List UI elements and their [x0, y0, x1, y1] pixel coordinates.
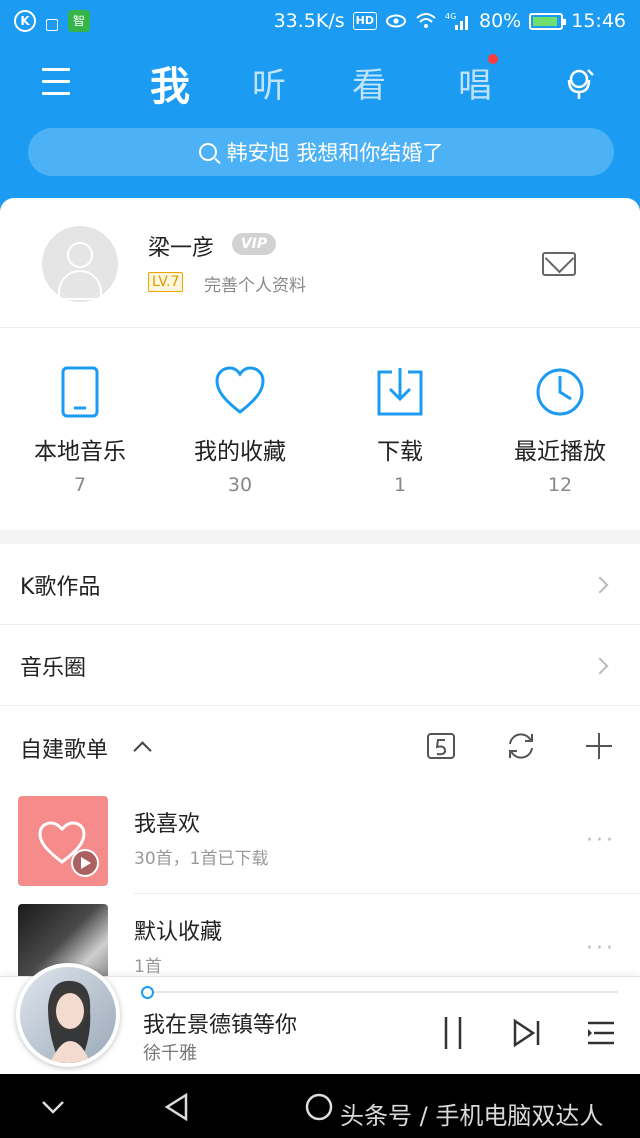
back-icon[interactable]: [162, 1092, 192, 1122]
complete-profile-link[interactable]: 完善个人资料: [204, 271, 306, 296]
playlist-queue-icon[interactable]: [586, 1015, 616, 1051]
playlist-cover: [18, 796, 108, 886]
battery-percent: 80%: [479, 10, 522, 32]
quick-actions: 本地音乐 7 我的收藏 30 下载 1 最近播放 12: [0, 328, 640, 530]
playlist-subtitle: 1首: [134, 957, 162, 977]
quick-count: 7: [73, 474, 87, 496]
clock-icon: [536, 368, 584, 416]
profile-section[interactable]: 梁一彦 VIP LV.7 完善个人资料: [0, 200, 640, 328]
clock: 15:46: [571, 10, 626, 32]
quick-download[interactable]: 下载 1: [320, 328, 480, 530]
import-playlist-icon[interactable]: [425, 730, 457, 762]
sync-icon[interactable]: [505, 730, 537, 762]
row-music-circle[interactable]: 音乐圈: [0, 626, 640, 706]
tab-sing[interactable]: 唱: [458, 58, 492, 107]
mail-icon[interactable]: [542, 252, 576, 276]
status-right: 33.5K/s HD 4G 80% 15:46: [274, 10, 626, 32]
svg-text:4G: 4G: [445, 12, 456, 21]
tab-listen[interactable]: 听: [252, 58, 286, 107]
quick-count: 1: [393, 474, 407, 496]
playlists-header: 自建歌单: [0, 706, 640, 786]
search-placeholder: 韩安旭 我想和你结婚了: [226, 141, 444, 165]
row-karaoke-works[interactable]: K歌作品: [0, 545, 640, 625]
quick-count: 12: [547, 474, 573, 496]
row-label: K歌作品: [20, 575, 101, 600]
album-art-image: [20, 967, 116, 1063]
download-icon: [377, 368, 423, 416]
chevron-right-icon: [591, 576, 609, 594]
sing-notification-dot: [488, 54, 498, 64]
chevron-up-icon[interactable]: [133, 741, 152, 760]
progress-knob[interactable]: [141, 986, 154, 999]
wifi-icon: [416, 13, 436, 28]
mini-player[interactable]: 我在景德镇等你 徐千雅: [0, 963, 640, 1074]
playlist-title: 我喜欢: [134, 812, 201, 837]
signal-icon: 4G: [445, 12, 468, 30]
singer-name: 徐千雅: [143, 1043, 197, 1064]
search-bar[interactable]: 韩安旭 我想和你结婚了: [28, 128, 614, 176]
hd-icon: HD: [352, 12, 377, 30]
tab-watch[interactable]: 看: [352, 58, 386, 107]
playlist-subtitle: 30首，1首已下载: [134, 849, 269, 869]
more-icon[interactable]: ···: [586, 936, 616, 961]
notification-icon: [46, 19, 58, 31]
add-icon[interactable]: [583, 730, 615, 762]
wechat-app-icon: 智: [68, 10, 90, 32]
quick-favorites[interactable]: 我的收藏 30: [160, 328, 320, 530]
progress-bar[interactable]: [148, 991, 618, 993]
playlist-title: 默认收藏: [134, 920, 223, 945]
quick-label: 下载: [377, 439, 423, 465]
quick-label: 我的收藏: [194, 439, 286, 465]
watermark-text: 头条号 / 手机电脑双达人: [340, 1102, 604, 1130]
chevron-down-icon[interactable]: [38, 1092, 68, 1122]
pause-icon[interactable]: [438, 1015, 468, 1051]
eye-icon: [386, 14, 406, 28]
level-badge: LV.7: [148, 272, 184, 292]
song-title: 我在景德镇等你: [143, 1013, 298, 1038]
status-bar: K 智 33.5K/s HD 4G 80% 15:46: [0, 0, 640, 44]
quick-label: 最近播放: [514, 439, 606, 465]
network-speed: 33.5K/s: [273, 10, 345, 32]
menu-icon[interactable]: [42, 68, 70, 98]
phone-icon: [61, 366, 99, 418]
heart-icon: [215, 366, 265, 414]
system-nav-bar: 头条号 / 手机电脑双达人: [0, 1074, 640, 1138]
k-app-icon: K: [14, 10, 36, 32]
section-divider: [0, 530, 640, 544]
avatar-head-shape: [67, 242, 93, 268]
quick-local-music[interactable]: 本地音乐 7: [0, 328, 160, 530]
avatar[interactable]: [42, 226, 118, 302]
header: K 智 33.5K/s HD 4G 80% 15:46 我 听 看 唱 韩安旭 …: [0, 0, 640, 220]
vip-badge: VIP: [232, 233, 276, 255]
home-icon[interactable]: [304, 1092, 334, 1122]
next-track-icon[interactable]: [512, 1015, 542, 1051]
quick-count: 30: [227, 474, 253, 496]
karaoke-mic-icon[interactable]: [562, 66, 596, 102]
playlist-item[interactable]: 我喜欢 30首，1首已下载 ···: [0, 786, 640, 894]
top-nav: 我 听 看 唱: [0, 52, 640, 116]
heart-icon: [38, 821, 99, 877]
album-art[interactable]: [16, 963, 120, 1067]
tab-me[interactable]: 我: [150, 54, 190, 112]
avatar-body-shape: [58, 270, 102, 300]
chevron-right-icon: [591, 657, 609, 675]
user-name: 梁一彦: [148, 236, 215, 261]
quick-label: 本地音乐: [34, 439, 126, 465]
more-icon[interactable]: ···: [586, 828, 616, 853]
search-icon: [198, 143, 217, 161]
status-left: K 智: [14, 10, 90, 32]
playlists-title: 自建歌单: [20, 738, 109, 763]
row-label: 音乐圈: [20, 656, 87, 681]
quick-recent[interactable]: 最近播放 12: [480, 328, 640, 530]
battery-icon: [529, 12, 567, 30]
